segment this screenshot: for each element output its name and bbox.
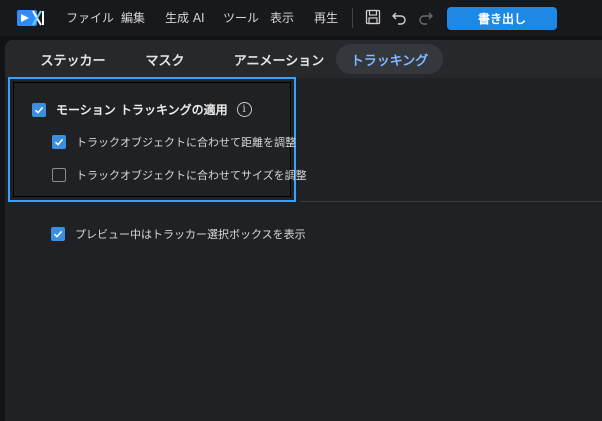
app-logo-icon (17, 10, 44, 26)
redo-icon[interactable] (418, 9, 434, 25)
tab-animation[interactable]: アニメーション (223, 44, 335, 74)
adjust-distance-label: トラックオブジェクトに合わせて距離を調整 (76, 136, 296, 149)
preview-tracker-option[interactable]: プレビュー中はトラッカー選択ボックスを表示 (51, 226, 306, 242)
menu-view[interactable]: 表示 (270, 9, 294, 26)
adjust-size-checkbox[interactable] (52, 168, 66, 182)
preview-tracker-label: プレビュー中はトラッカー選択ボックスを表示 (75, 228, 306, 241)
motion-tracking-section: モーション トラッキングの適用 i トラックオブジェクトに合わせて距離を調整 ト… (8, 77, 307, 202)
menu-file[interactable]: ファイル (66, 9, 114, 26)
menu-playback[interactable]: 再生 (314, 9, 338, 26)
preview-tracker-checkbox[interactable] (51, 227, 65, 241)
adjust-size-label: トラックオブジェクトに合わせてサイズを調整 (76, 169, 307, 182)
apply-tracking-label: モーション トラッキングの適用 (56, 103, 228, 117)
check-icon (34, 106, 44, 114)
section-divider (300, 201, 602, 202)
info-icon[interactable]: i (236, 102, 252, 117)
tab-mask[interactable]: マスク (135, 44, 195, 74)
adjust-size-option[interactable]: トラックオブジェクトに合わせてサイズを調整 (52, 167, 307, 183)
export-button[interactable]: 書き出し (447, 7, 557, 30)
menu-tools[interactable]: ツール (223, 9, 259, 26)
undo-icon[interactable] (391, 9, 407, 25)
check-icon (53, 230, 63, 238)
adjust-distance-option[interactable]: トラックオブジェクトに合わせて距離を調整 (52, 134, 296, 150)
tab-tracking[interactable]: トラッキング (336, 44, 443, 74)
menu-generative-ai[interactable]: 生成 AI (165, 9, 205, 26)
tab-sticker[interactable]: ステッカー (31, 44, 115, 74)
check-icon (54, 138, 64, 146)
menu-edit[interactable]: 編集 (121, 9, 145, 26)
menu-bar: ファイル 編集 生成 AI ツール 表示 再生 書き出し (0, 0, 602, 36)
menu-separator (352, 8, 353, 28)
apply-tracking-option[interactable]: モーション トラッキングの適用 i (32, 101, 252, 118)
tab-bar: ステッカー マスク アニメーション トラッキング (5, 40, 602, 78)
save-icon[interactable] (365, 9, 381, 25)
apply-tracking-checkbox[interactable] (32, 102, 46, 117)
adjust-distance-checkbox[interactable] (52, 135, 66, 149)
